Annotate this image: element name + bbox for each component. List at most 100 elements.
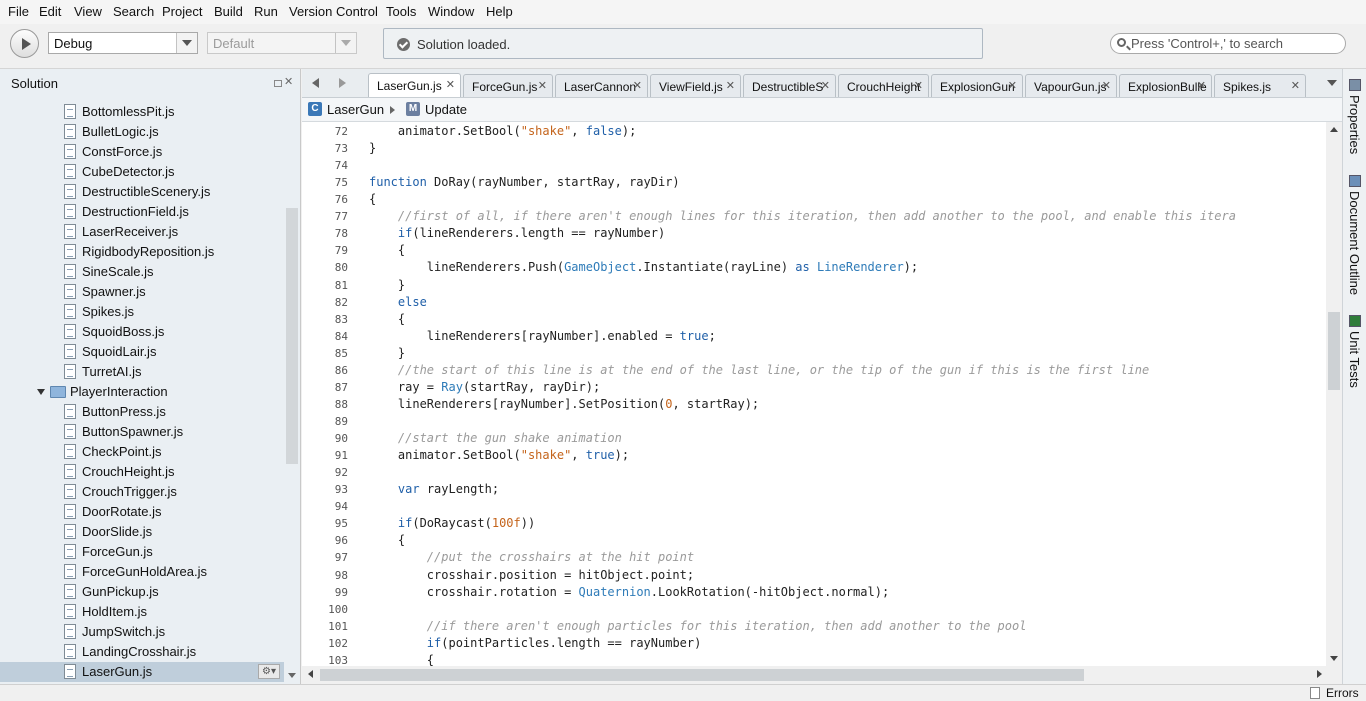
tree-file[interactable]: ForceGunHoldArea.js	[0, 562, 284, 582]
menu-item-run[interactable]: Run	[254, 4, 278, 19]
tree-file[interactable]: ButtonPress.js	[0, 402, 284, 422]
line-number: 84	[334, 330, 348, 343]
run-button[interactable]	[10, 29, 39, 58]
tree-item-label: ButtonPress.js	[82, 404, 166, 419]
tab-label: LaserGun.js	[377, 79, 442, 93]
scroll-left-icon[interactable]	[308, 670, 313, 678]
close-icon[interactable]: ✕	[633, 79, 642, 92]
tree-file[interactable]: SineScale.js	[0, 262, 284, 282]
tree-file[interactable]: JumpSwitch.js	[0, 622, 284, 642]
platform-select[interactable]: Default	[207, 32, 357, 54]
tree-file[interactable]: Spawner.js	[0, 282, 284, 302]
tree-file[interactable]: HoldItem.js	[0, 602, 284, 622]
tree-file[interactable]: CrouchHeight.js	[0, 462, 284, 482]
line-number: 81	[334, 279, 348, 292]
tab-scroll-left-icon[interactable]	[312, 78, 319, 88]
tree-file[interactable]: LaserReceiver.js	[0, 222, 284, 242]
breadcrumb-class[interactable]: LaserGun	[327, 102, 384, 117]
solution-scrollbar[interactable]	[284, 96, 300, 684]
tree-file[interactable]: DestructionField.js	[0, 202, 284, 222]
tree-file[interactable]: DoorRotate.js	[0, 502, 284, 522]
tree-file[interactable]: SquoidBoss.js	[0, 322, 284, 342]
tree-file[interactable]: RigidbodyReposition.js	[0, 242, 284, 262]
editor-vertical-scrollbar[interactable]	[1326, 122, 1342, 666]
close-icon[interactable]: ✕	[1197, 79, 1206, 92]
tab-viewfield-js[interactable]: ViewField.js ✕	[650, 74, 741, 97]
editor-horizontal-scrollbar[interactable]	[302, 666, 1326, 684]
tab-forcegun-js[interactable]: ForceGun.js ✕	[463, 74, 553, 97]
tree-file[interactable]: BulletLogic.js	[0, 122, 284, 142]
line-number: 97	[334, 551, 348, 564]
close-icon[interactable]: ✕	[1102, 79, 1111, 92]
tree-file[interactable]: Spikes.js	[0, 302, 284, 322]
code-token: //start the gun shake animation	[369, 431, 622, 445]
scrollbar-thumb[interactable]	[286, 208, 298, 464]
tab-vapourgun-js[interactable]: VapourGun.js ✕	[1025, 74, 1117, 97]
tree-file[interactable]: DestructibleScenery.js	[0, 182, 284, 202]
close-icon[interactable]: ✕	[446, 78, 455, 91]
tab-crouchheight[interactable]: CrouchHeight ✕	[838, 74, 929, 97]
tab-scroll-right-icon[interactable]	[339, 78, 346, 88]
close-icon[interactable]: ✕	[1291, 79, 1300, 92]
expand-arrow-icon[interactable]	[37, 389, 45, 395]
line-number: 76	[334, 193, 348, 206]
tree-file[interactable]: LandingCrosshair.js	[0, 642, 284, 662]
scroll-up-icon[interactable]	[1330, 127, 1338, 132]
tree-file[interactable]: ConstForce.js	[0, 142, 284, 162]
tree-file[interactable]: ForceGun.js	[0, 542, 284, 562]
close-icon[interactable]: ✕	[914, 79, 923, 92]
tab-destructibles[interactable]: DestructibleS ✕	[743, 74, 836, 97]
tree-file[interactable]: CubeDetector.js	[0, 162, 284, 182]
menu-item-window[interactable]: Window	[428, 4, 474, 19]
menu-item-search[interactable]: Search	[113, 4, 154, 19]
tree-file[interactable]: LaserGun.js ⚙▾	[0, 662, 284, 682]
tree-file[interactable]: CrouchTrigger.js	[0, 482, 284, 502]
tab-overflow-icon[interactable]	[1327, 80, 1337, 86]
tab-explosiongun[interactable]: ExplosionGun ✕	[931, 74, 1023, 97]
line-number: 98	[334, 569, 348, 582]
tree-file[interactable]: BottomlessPit.js	[0, 102, 284, 122]
gear-icon[interactable]: ⚙▾	[258, 664, 280, 679]
tree-file[interactable]: TurretAI.js	[0, 362, 284, 382]
tab-lasercannon[interactable]: LaserCannon ✕	[555, 74, 648, 97]
tab-label: Spikes.js	[1223, 80, 1272, 94]
tab-lasergun-js[interactable]: LaserGun.js ✕	[368, 73, 461, 97]
close-icon[interactable]: ✕	[821, 79, 830, 92]
close-icon[interactable]: ✕	[1008, 79, 1017, 92]
scrollbar-thumb[interactable]	[320, 669, 1084, 681]
tree-folder[interactable]: PlayerInteraction	[0, 382, 284, 402]
tree-file[interactable]: GunPickup.js	[0, 582, 284, 602]
tree-item-label: DestructionField.js	[82, 204, 189, 219]
menu-item-help[interactable]: Help	[486, 4, 513, 19]
tab-spikes-js[interactable]: Spikes.js ✕	[1214, 74, 1306, 97]
search-box[interactable]	[1110, 33, 1346, 54]
menu-item-edit[interactable]: Edit	[39, 4, 61, 19]
scrollbar-thumb[interactable]	[1328, 312, 1340, 390]
menu-item-file[interactable]: File	[8, 4, 29, 19]
minimize-pane-icon[interactable]	[274, 80, 282, 87]
tree-file[interactable]: ButtonSpawner.js	[0, 422, 284, 442]
js-file-icon	[64, 584, 76, 599]
menu-item-project[interactable]: Project	[162, 4, 202, 19]
code-token: GameObject	[564, 260, 637, 274]
scroll-down-icon[interactable]	[288, 673, 296, 678]
search-input[interactable]	[1131, 35, 1336, 52]
tab-explosionbulle[interactable]: ExplosionBulle ✕	[1119, 74, 1212, 97]
menu-item-build[interactable]: Build	[214, 4, 243, 19]
breadcrumb-method[interactable]: Update	[425, 102, 467, 117]
close-icon[interactable]: ✕	[538, 79, 547, 92]
scroll-down-icon[interactable]	[1330, 656, 1338, 661]
scroll-right-icon[interactable]	[1317, 670, 1322, 678]
tree-file[interactable]: CheckPoint.js	[0, 442, 284, 462]
tree-file[interactable]: SquoidLair.js	[0, 342, 284, 362]
configuration-select[interactable]: Debug	[48, 32, 198, 54]
close-pane-icon[interactable]: ✕	[284, 75, 293, 88]
js-file-icon	[64, 424, 76, 439]
menu-item-tools[interactable]: Tools	[386, 4, 416, 19]
line-number: 99	[334, 586, 348, 599]
code-editor[interactable]: 72 73 74 75 76 77 78 79 80 81 82 83 84 85 86 87 88 89 90 91…	[302, 122, 1326, 666]
tree-file[interactable]: DoorSlide.js	[0, 522, 284, 542]
close-icon[interactable]: ✕	[726, 79, 735, 92]
menu-item-view[interactable]: View	[74, 4, 102, 19]
menu-item-version-control[interactable]: Version Control	[289, 4, 378, 19]
